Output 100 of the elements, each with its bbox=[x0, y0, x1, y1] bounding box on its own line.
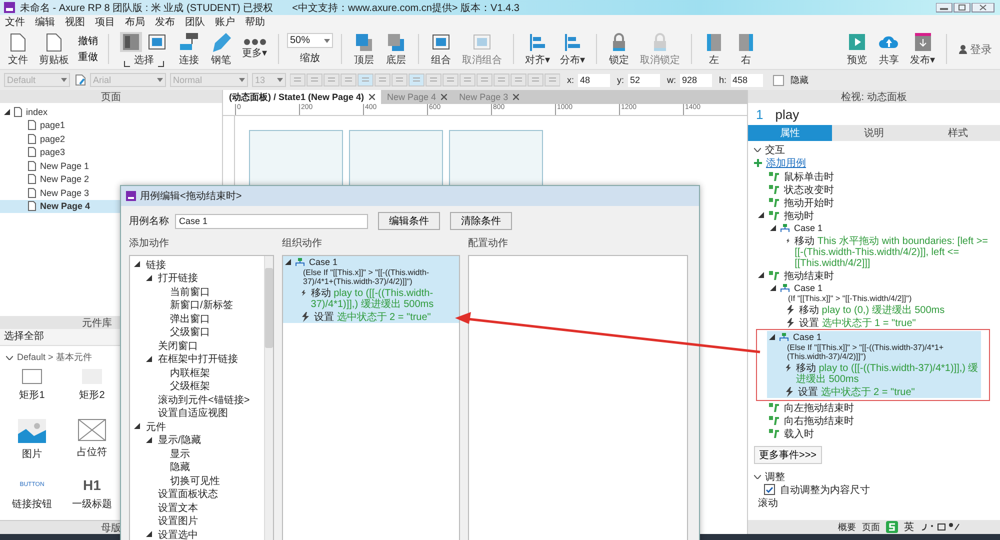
case-name[interactable]: Case 1 bbox=[794, 283, 823, 293]
input-method-tools-drawing[interactable] bbox=[920, 522, 960, 532]
toolbar-button[interactable]: 对齐▾ bbox=[522, 30, 553, 68]
input-field[interactable]: 458 bbox=[730, 74, 763, 86]
case-name[interactable]: Case 1 bbox=[309, 257, 338, 267]
toolbar-button[interactable]: 钢笔 bbox=[207, 30, 235, 68]
toolbar-button[interactable]: 撤销 bbox=[76, 34, 100, 48]
toolbar-button[interactable]: 发布▾ bbox=[907, 30, 938, 68]
close-icon[interactable] bbox=[513, 94, 520, 100]
zoom-dropdown[interactable]: 50% bbox=[287, 33, 333, 48]
toolbar-button[interactable]: 组合 bbox=[427, 30, 455, 68]
login-button[interactable]: 登录 bbox=[955, 42, 996, 56]
event-name[interactable]: 拖动结束时 bbox=[784, 268, 834, 282]
inspector-tab[interactable]: 属性 bbox=[748, 125, 832, 141]
toolbar-button[interactable]: 锁定 bbox=[605, 30, 633, 68]
checkbox[interactable] bbox=[764, 484, 775, 495]
window-controls-icon[interactable] bbox=[936, 2, 996, 12]
toolbar-button[interactable]: 文件 bbox=[4, 30, 32, 68]
heading-preview[interactable]: H1 bbox=[83, 477, 101, 494]
toolbar-button[interactable]: 底层 bbox=[382, 30, 410, 68]
action-item[interactable]: 隐藏 bbox=[170, 460, 190, 474]
event-name[interactable]: 向左拖动结束时 bbox=[784, 400, 854, 414]
scrollbar[interactable] bbox=[264, 256, 273, 540]
action-item[interactable]: 设置自适应视图 bbox=[158, 406, 228, 420]
rectangle-icon[interactable] bbox=[22, 369, 42, 384]
expand-triangle-icon[interactable] bbox=[146, 274, 152, 281]
input-mode-label[interactable]: 英 bbox=[904, 520, 914, 534]
action-item[interactable]: 元件 bbox=[146, 420, 166, 434]
expand-triangle-icon[interactable] bbox=[134, 261, 140, 268]
menu-item[interactable]: 帮助 bbox=[245, 15, 265, 29]
expand-triangle-icon[interactable] bbox=[769, 334, 775, 340]
toolbar-button[interactable]: 共享 bbox=[875, 30, 903, 68]
menu-item[interactable]: 文件 bbox=[5, 15, 25, 29]
action-item[interactable]: 显示/隐藏 bbox=[158, 433, 201, 448]
toolbar-button[interactable]: 顶层 bbox=[350, 30, 378, 68]
menu-item[interactable]: 编辑 bbox=[35, 15, 55, 29]
expand-triangle-icon[interactable] bbox=[758, 272, 764, 278]
page-item[interactable]: page2 bbox=[0, 132, 222, 146]
more-events-button[interactable]: 更多事件>>> bbox=[754, 446, 822, 464]
page-item[interactable]: New Page 1 bbox=[0, 159, 222, 172]
expand-triangle-icon[interactable] bbox=[146, 436, 152, 443]
widget-name[interactable]: play bbox=[775, 106, 800, 122]
section-header[interactable]: 调整 bbox=[765, 470, 785, 484]
action-item[interactable]: 显示 bbox=[170, 446, 190, 461]
action-item[interactable]: 切换可见性 bbox=[170, 474, 220, 488]
add-case-link[interactable]: 添加用例 bbox=[766, 156, 806, 170]
toolbar-button[interactable]: 更多▾ bbox=[239, 38, 270, 60]
toolbar-button[interactable]: 重做 bbox=[76, 50, 100, 64]
expand-triangle-icon[interactable] bbox=[770, 285, 776, 291]
menu-item[interactable]: 团队 bbox=[185, 15, 205, 29]
close-icon[interactable] bbox=[441, 94, 448, 100]
action-item[interactable]: 设置文本 bbox=[158, 500, 198, 515]
case-name[interactable]: Case 1 bbox=[794, 223, 823, 233]
action-item[interactable]: 链接 bbox=[146, 258, 166, 272]
close-icon[interactable] bbox=[369, 94, 376, 100]
case-name[interactable]: Case 1 bbox=[793, 332, 822, 342]
action-item[interactable]: 父级框架 bbox=[170, 379, 210, 394]
event-name[interactable]: 状态改变时 bbox=[784, 182, 834, 196]
toolbar-button[interactable]: 左 bbox=[700, 30, 728, 68]
toolbar-button[interactable]: 右 bbox=[732, 30, 760, 68]
expand-triangle-icon[interactable] bbox=[770, 225, 776, 231]
expand-triangle-icon[interactable] bbox=[285, 259, 291, 265]
checkbox[interactable] bbox=[772, 74, 784, 86]
menu-item[interactable]: 项目 bbox=[95, 15, 115, 29]
input-field[interactable]: 48 bbox=[578, 74, 610, 86]
action-item[interactable]: 打开链接 bbox=[158, 271, 198, 286]
action-item[interactable]: 设置面板状态 bbox=[158, 487, 218, 502]
event-name[interactable]: 载入时 bbox=[784, 426, 814, 440]
menu-item[interactable]: 发布 bbox=[155, 15, 175, 29]
toolbar-button[interactable]: 分布▾ bbox=[557, 30, 588, 68]
expand-triangle-icon[interactable] bbox=[4, 108, 10, 115]
event-name[interactable]: 拖动时 bbox=[784, 208, 814, 222]
panel-tab[interactable]: 概要 bbox=[838, 520, 856, 534]
panel-tab[interactable]: 页面 bbox=[862, 520, 880, 534]
chevron-icon[interactable] bbox=[754, 474, 761, 478]
action-item[interactable]: 新窗口/新标签 bbox=[170, 298, 233, 312]
menu-item[interactable]: 视图 bbox=[65, 15, 85, 29]
document-tab[interactable]: (动态面板) / State1 (New Page 4) bbox=[223, 90, 382, 104]
input-method-icon[interactable] bbox=[886, 521, 898, 533]
action-item[interactable]: 当前窗口 bbox=[170, 284, 210, 299]
input-field[interactable]: Case 1 bbox=[175, 214, 368, 228]
menu-item[interactable]: 布局 bbox=[125, 15, 145, 29]
image-icon[interactable] bbox=[18, 418, 46, 443]
dialog-button[interactable]: 清除条件 bbox=[450, 212, 512, 230]
page-item[interactable]: index bbox=[0, 105, 222, 118]
dialog-button[interactable]: 编辑条件 bbox=[378, 212, 440, 230]
event-name[interactable]: 拖动开始时 bbox=[784, 196, 834, 210]
page-item[interactable]: page1 bbox=[0, 118, 222, 132]
page-item[interactable]: page3 bbox=[0, 146, 222, 159]
expand-triangle-icon[interactable] bbox=[146, 356, 152, 362]
input-field[interactable]: 928 bbox=[680, 74, 712, 86]
toolbar-button[interactable]: 连接 bbox=[175, 30, 203, 68]
style-edit-icon[interactable] bbox=[74, 74, 86, 86]
event-name[interactable]: 向右拖动结束时 bbox=[784, 414, 854, 428]
library-name[interactable]: Default > 基本元件 bbox=[17, 351, 92, 364]
action-item[interactable]: 滚动到元件<锚链接> bbox=[158, 392, 250, 407]
input-field[interactable]: 52 bbox=[628, 74, 660, 86]
expand-triangle-icon[interactable] bbox=[758, 212, 764, 218]
page-item[interactable]: New Page 2 bbox=[0, 172, 222, 186]
chevron-icon[interactable] bbox=[6, 356, 13, 360]
